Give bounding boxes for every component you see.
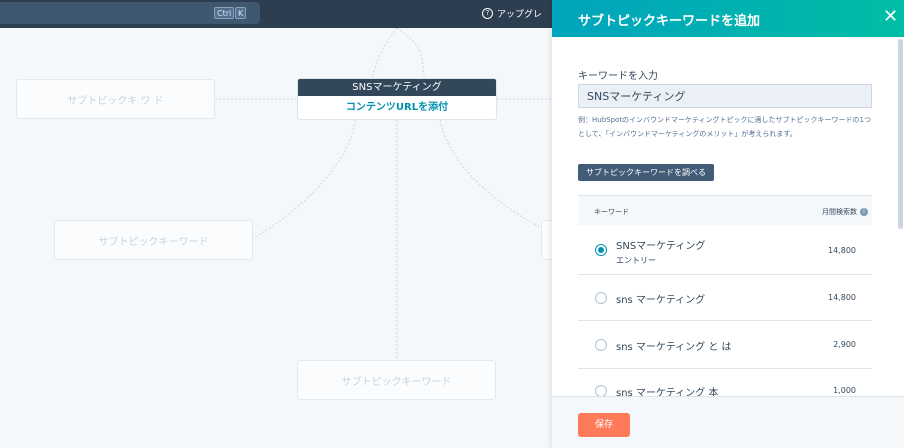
row-volume: 1,000 xyxy=(833,386,856,395)
attach-content-url-link[interactable]: コンテンツURLを添付 xyxy=(298,96,496,119)
keyword-table: キーワード 月間検索数 i SNSマーケティング エントリー 14,800 sn… xyxy=(578,195,872,396)
keyword-radio[interactable] xyxy=(595,244,607,256)
save-button[interactable]: 保存 xyxy=(578,413,630,437)
table-row[interactable]: sns マーケティング 本 1,000 xyxy=(578,369,872,396)
keyword-input-label: キーワードを入力 xyxy=(578,71,658,82)
row-volume: 2,900 xyxy=(833,340,856,349)
keyword-help-text: 例：HubSpotのインバウンドマーケティングトピックに適したサブトピックキーワ… xyxy=(578,116,871,138)
close-icon[interactable]: ✕ xyxy=(883,8,898,26)
row-volume: 14,800 xyxy=(828,293,856,302)
row-keyword: sns マーケティング 本 xyxy=(616,388,719,396)
row-keyword: sns マーケティング と は xyxy=(616,342,732,353)
keyword-radio[interactable] xyxy=(595,385,607,396)
upgrade-label: アップグレ xyxy=(497,10,543,20)
panel-header: サブトピックキーワードを追加 ✕ xyxy=(552,0,904,37)
pillar-page-node[interactable]: SNSマーケティング コンテンツURLを添付 xyxy=(297,78,497,120)
info-icon[interactable]: i xyxy=(860,208,868,216)
keyword-input[interactable] xyxy=(578,84,872,108)
subtopic-node-top-left[interactable]: サブトピックキ ワ ド xyxy=(16,79,215,119)
row-volume: 14,800 xyxy=(828,246,856,255)
keyword-table-header: キーワード 月間検索数 i xyxy=(578,195,872,225)
column-header-volume: 月間検索数 i xyxy=(822,207,868,217)
keyword-radio[interactable] xyxy=(595,339,607,351)
upgrade-link[interactable]: ? アップグレ xyxy=(482,7,542,20)
table-row[interactable]: sns マーケティング 14,800 xyxy=(578,275,872,321)
panel-title: サブトピックキーワードを追加 xyxy=(578,14,761,29)
subtopic-node-label: サブトピックキ ワ ド xyxy=(67,95,164,107)
shortcut-k-key: K xyxy=(235,7,247,19)
table-row[interactable]: SNSマーケティング エントリー 14,800 xyxy=(578,225,872,275)
row-keyword-tag: エントリー xyxy=(616,256,656,265)
panel-footer: 保存 xyxy=(552,396,904,448)
panel-scrollbar[interactable] xyxy=(898,39,903,229)
question-circle-icon: ? xyxy=(482,8,493,19)
subtopic-node-mid-left[interactable]: サブトピックキーワード xyxy=(54,220,253,260)
keyword-radio[interactable] xyxy=(595,292,607,304)
subtopic-node-label: サブトピックキーワード xyxy=(98,236,209,248)
topic-cluster-canvas: サブトピックキ ワ ド サブトピックキーワード サブトピックキーワード SNSマ… xyxy=(0,28,552,448)
column-header-keyword: キーワード xyxy=(594,208,629,216)
subtopic-node-right-partial[interactable] xyxy=(541,220,552,260)
panel-body: キーワードを入力 例：HubSpotのインバウンドマーケティングトピックに適した… xyxy=(552,37,904,396)
pillar-page-title: SNSマーケティング xyxy=(298,79,496,96)
column-header-volume-label: 月間検索数 xyxy=(822,208,857,216)
subtopic-node-label: サブトピックキーワード xyxy=(341,376,452,388)
global-search-input[interactable]: Ctrl K xyxy=(0,2,260,24)
subtopic-node-bottom[interactable]: サブトピックキーワード xyxy=(297,360,496,400)
shortcut-ctrl-key: Ctrl xyxy=(214,7,235,19)
research-subtopic-button[interactable]: サブトピックキーワードを調べる xyxy=(578,164,714,181)
row-keyword: sns マーケティング xyxy=(616,295,706,306)
table-row[interactable]: sns マーケティング と は 2,900 xyxy=(578,321,872,369)
add-subtopic-panel: サブトピックキーワードを追加 ✕ キーワードを入力 例：HubSpotのインバウ… xyxy=(552,0,904,448)
row-keyword: SNSマーケティング xyxy=(616,241,706,252)
